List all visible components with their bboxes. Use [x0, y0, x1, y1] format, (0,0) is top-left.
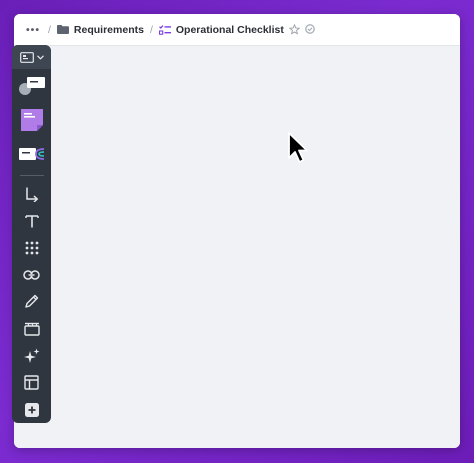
pen-tool[interactable]	[12, 288, 51, 315]
add-more-button[interactable]	[12, 396, 51, 423]
chevron-down-icon	[36, 54, 44, 60]
text-icon	[24, 214, 39, 228]
pencil-icon	[24, 294, 39, 309]
star-icon[interactable]	[288, 24, 300, 35]
board-view-icon	[19, 51, 34, 63]
left-toolbar	[12, 45, 51, 423]
sticky-note-icon	[19, 107, 45, 133]
breadcrumb-separator: /	[48, 23, 51, 36]
toolbar-divider	[19, 175, 44, 176]
breadcrumb-separator: /	[149, 23, 153, 36]
ai-assist-tool[interactable]	[12, 342, 51, 369]
whiteboard-canvas[interactable]	[14, 47, 460, 448]
status-icon[interactable]	[304, 24, 316, 35]
breadcrumb-operational-checklist[interactable]: Operational Checklist	[158, 23, 284, 36]
more-options-button[interactable]: •••	[26, 24, 42, 36]
shape-card-icon	[18, 74, 46, 98]
frame-icon	[23, 322, 40, 336]
add-icon	[24, 402, 39, 417]
sticky-note-tool[interactable]	[12, 103, 51, 137]
layout-icon	[24, 375, 39, 390]
connector-arrow-icon	[24, 186, 40, 202]
board-view-button[interactable]	[12, 45, 51, 69]
text-tool[interactable]	[12, 207, 51, 234]
mouse-cursor-icon	[287, 131, 309, 165]
sparkle-ai-icon	[23, 348, 40, 364]
apps-tool[interactable]	[12, 234, 51, 261]
breadcrumb-label: Requirements	[73, 23, 144, 36]
connector-tool[interactable]	[12, 180, 51, 207]
frame-tool[interactable]	[12, 315, 51, 342]
link-tool[interactable]	[12, 261, 51, 288]
grid-apps-icon	[25, 241, 39, 255]
template-card-tool[interactable]	[12, 137, 51, 171]
folder-icon	[56, 25, 69, 34]
checklist-icon	[158, 24, 171, 35]
layout-tool[interactable]	[12, 369, 51, 396]
app-window: ••• / Requirements / Operational Checkli…	[14, 14, 460, 448]
top-bar: ••• / Requirements / Operational Checkli…	[14, 14, 460, 46]
breadcrumb-label: Operational Checklist	[175, 23, 284, 36]
template-card-icon	[18, 145, 46, 163]
shape-card-tool[interactable]	[12, 69, 51, 103]
breadcrumb-requirements[interactable]: Requirements	[56, 23, 144, 36]
link-icon	[23, 269, 40, 280]
